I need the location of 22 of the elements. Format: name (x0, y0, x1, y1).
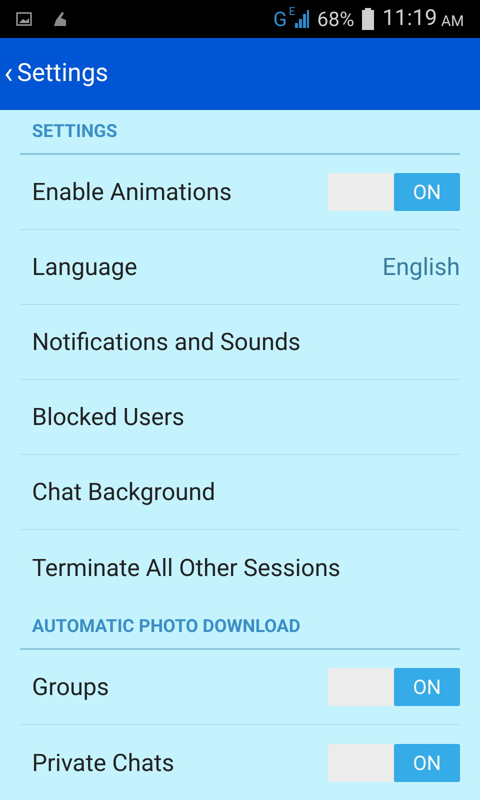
network-subtype: E (288, 6, 296, 17)
broom-icon (52, 11, 68, 27)
setting-label[interactable]: Private Chats (32, 744, 174, 780)
setting-label[interactable]: Groups (32, 669, 110, 705)
battery-percent: 68% (317, 9, 354, 29)
section-header: AUTOMATIC PHOTO DOWNLOAD (32, 615, 300, 639)
setting-value: English (382, 252, 460, 283)
clock-time: 11:19 (382, 8, 438, 30)
setting-label[interactable]: Enable Animations (32, 174, 232, 210)
signal-icon (295, 10, 310, 28)
setting-label[interactable]: Notifications and Sounds (32, 324, 301, 360)
back-button[interactable]: ‹ (4, 59, 14, 89)
network-type: G (273, 9, 287, 29)
clock-suffix: AM (441, 14, 464, 29)
image-icon (16, 12, 32, 26)
setting-label[interactable]: Chat Background (32, 474, 216, 510)
setting-label[interactable]: Blocked Users (32, 399, 184, 435)
section-header: SETTINGS (32, 120, 118, 144)
setting-label[interactable]: Language (32, 249, 138, 285)
setting-label[interactable]: Terminate All Other Sessions (32, 550, 340, 586)
screen-title: Settings (17, 58, 108, 90)
battery-icon (362, 8, 374, 30)
